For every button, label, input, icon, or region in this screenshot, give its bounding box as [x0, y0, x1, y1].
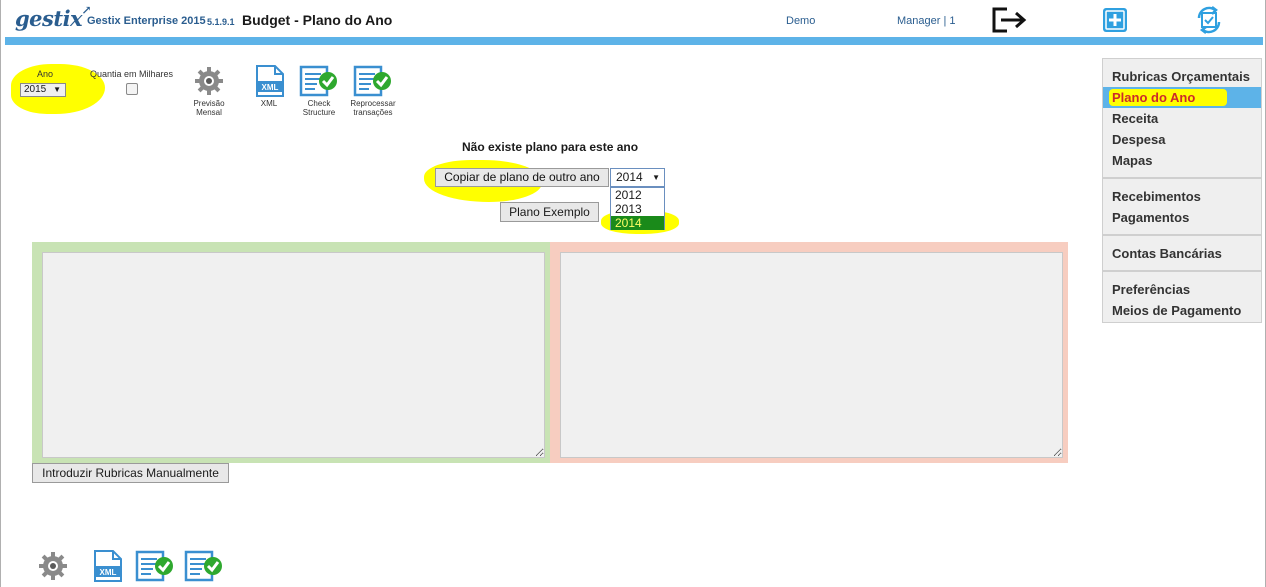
right-textarea[interactable]: [560, 252, 1063, 458]
logout-icon[interactable]: [991, 6, 1029, 34]
chevron-down-icon: ▼: [53, 85, 61, 94]
sync-icon[interactable]: [1195, 6, 1223, 34]
menu-item-plano-do-ano[interactable]: Plano do Ano: [1103, 87, 1261, 108]
document-check-icon[interactable]: [184, 550, 224, 582]
menu-group-movements: Recebimentos Pagamentos: [1103, 179, 1261, 236]
milhares-checkbox[interactable]: [126, 83, 138, 95]
document-check-icon[interactable]: [135, 550, 175, 582]
menu-item-receita[interactable]: Receita: [1103, 108, 1261, 129]
no-plan-message: Não existe plano para este ano: [462, 140, 639, 154]
ano-label: Ano: [37, 69, 54, 79]
milhares-label: Quantia em Milhares: [90, 69, 174, 79]
document-check-icon: [299, 65, 337, 97]
xml-document-icon: XML: [256, 65, 284, 97]
xml-button[interactable]: XML XML: [253, 65, 285, 108]
copy-plan-button[interactable]: Copiar de plano de outro ano: [435, 168, 609, 187]
svg-text:XML: XML: [100, 568, 117, 577]
app-version: 5.1.9.1: [207, 17, 235, 27]
add-icon[interactable]: [1102, 7, 1128, 33]
year-dropdown-list: 2012 2013 2014: [610, 187, 665, 230]
menu-item-preferencias[interactable]: Preferências: [1103, 279, 1261, 300]
year-option-2012[interactable]: 2012: [611, 188, 664, 202]
menu-item-contas-bancarias[interactable]: Contas Bancárias: [1103, 243, 1261, 264]
year-option-2014[interactable]: 2014: [611, 216, 664, 230]
app-name: Gestix Enterprise 2015: [87, 15, 206, 27]
menu-group-budget: Rubricas Orçamentais Plano do Ano Receit…: [1103, 59, 1261, 179]
xml-document-icon[interactable]: XML: [91, 550, 123, 582]
header: gestix ↗ Gestix Enterprise 2015 5.1.9.1 B…: [1, 0, 1265, 38]
chevron-down-icon: ▼: [652, 173, 660, 182]
demo-link[interactable]: Demo: [786, 15, 815, 27]
menu-item-mapas[interactable]: Mapas: [1103, 150, 1261, 171]
menu-group-settings: Preferências Meios de Pagamento: [1103, 272, 1261, 327]
menu-item-recebimentos[interactable]: Recebimentos: [1103, 186, 1261, 207]
menu-item-meios-pagamento[interactable]: Meios de Pagamento: [1103, 300, 1261, 321]
year-option-2013[interactable]: 2013: [611, 202, 664, 216]
menu-item-rubricas[interactable]: Rubricas Orçamentais: [1103, 66, 1261, 87]
manual-rubricas-button[interactable]: Introduzir Rubricas Manualmente: [32, 463, 229, 483]
menu-group-accounts: Contas Bancárias: [1103, 236, 1261, 272]
svg-text:XML: XML: [262, 83, 279, 92]
gear-icon: [195, 67, 223, 95]
page-title: Budget - Plano do Ano: [242, 12, 393, 28]
reprocessar-transacoes-button[interactable]: Reprocessar transações: [347, 65, 399, 117]
ano-select[interactable]: 2015 ▼: [20, 83, 66, 97]
user-link[interactable]: Manager | 1: [897, 15, 956, 27]
side-menu: Rubricas Orçamentais Plano do Ano Receit…: [1102, 58, 1262, 323]
check-structure-button[interactable]: Check Structure: [299, 65, 339, 117]
left-textarea[interactable]: [42, 252, 545, 458]
plano-exemplo-button[interactable]: Plano Exemplo: [500, 202, 599, 222]
gear-icon[interactable]: [37, 550, 69, 582]
right-panel: [550, 242, 1068, 463]
left-panel: [32, 242, 550, 463]
menu-item-despesa[interactable]: Despesa: [1103, 129, 1261, 150]
document-check-icon: [353, 65, 391, 97]
app-window: gestix ↗ Gestix Enterprise 2015 5.1.9.1 B…: [0, 0, 1266, 587]
copy-year-select[interactable]: 2014 ▼: [610, 168, 665, 187]
header-accent-bar: [5, 37, 1263, 45]
gestix-logo[interactable]: gestix ↗: [15, 3, 92, 31]
previsao-mensal-button[interactable]: Previsão Mensal: [191, 65, 227, 117]
menu-item-pagamentos[interactable]: Pagamentos: [1103, 207, 1261, 228]
